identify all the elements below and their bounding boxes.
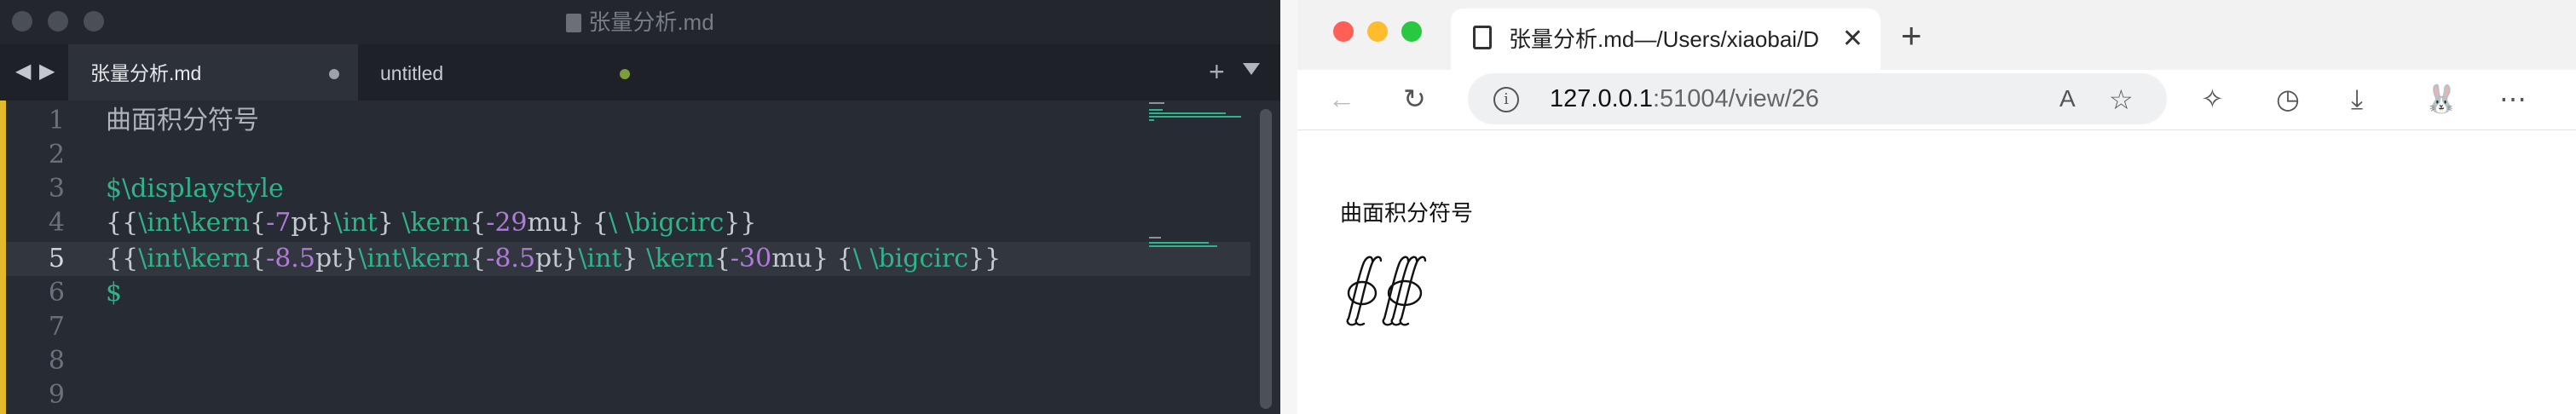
- minimap-line: [1149, 119, 1154, 121]
- browser-toolbar: ← ↻ i 127.0.0.1:51004/view/26 A ☆ ✧ ◷ ⤓ …: [1297, 70, 2576, 130]
- url-path: :51004/view/26: [1652, 85, 1820, 112]
- back-arrow-icon[interactable]: ←: [1328, 83, 1355, 114]
- window-gap: [1280, 0, 1297, 414]
- browser-tab-title: 张量分析.md—/Users/xiaobai/D: [1509, 26, 1820, 52]
- line-number: 1: [48, 106, 65, 135]
- rendered-surface-integral-symbols: [1346, 256, 1427, 326]
- editor-title: 张量分析.md: [0, 0, 1280, 44]
- tab-forward-arrow-icon[interactable]: ▶: [39, 61, 55, 82]
- new-tab-plus-icon[interactable]: +: [1209, 55, 1225, 89]
- page-content: 曲面积分符号: [1297, 129, 2576, 414]
- line-number-current: 5: [48, 244, 65, 273]
- document-icon: [566, 14, 582, 32]
- editor-body[interactable]: 1 2 3 4 5 6 7 8 9 曲面积分符号 $\displaystyle …: [0, 101, 1280, 414]
- minimap-line: [1149, 109, 1163, 111]
- tab-untitled[interactable]: untitled: [358, 44, 648, 101]
- triple-contour-integral: [1382, 256, 1427, 326]
- editor-window: 张量分析.md ◀ ▶ 张量分析.md untitled + 1 2 3 4 5…: [0, 0, 1280, 414]
- editor-scrollbar[interactable]: [1260, 109, 1272, 409]
- minimize-window-button[interactable]: [1367, 21, 1388, 42]
- minimap-line: [1149, 242, 1209, 244]
- close-tab-icon[interactable]: ✕: [1842, 9, 1863, 70]
- code-line-1[interactable]: 曲面积分符号: [106, 104, 259, 138]
- gutter-modified-marker: [0, 101, 6, 414]
- tab-zhangliang-md[interactable]: 张量分析.md: [68, 44, 358, 101]
- new-tab-plus-icon[interactable]: +: [1901, 17, 1922, 55]
- tab-label: 张量分析.md: [90, 62, 202, 84]
- editor-tabbar: ◀ ▶ 张量分析.md untitled +: [0, 44, 1280, 101]
- line-number: 2: [48, 140, 65, 170]
- more-menu-icon[interactable]: ⋯: [2499, 83, 2527, 114]
- line-number: 3: [48, 174, 65, 204]
- zoom-window-button[interactable]: [1401, 21, 1422, 42]
- page-icon: [1473, 26, 1492, 49]
- integral-stroke: [1346, 256, 1374, 326]
- line-number: 9: [48, 380, 65, 410]
- minimap-line: [1149, 245, 1217, 247]
- integral-stroke: [1354, 256, 1383, 326]
- downloads-icon[interactable]: ⤓: [2351, 83, 2363, 114]
- minimap-line: [1149, 112, 1226, 114]
- editor-titlebar: 张量分析.md: [0, 0, 1280, 44]
- page-heading: 曲面积分符号: [1340, 201, 1474, 227]
- browser-tab[interactable]: 张量分析.md—/Users/xiaobai/D ✕: [1451, 9, 1880, 70]
- editor-title-text: 张量分析.md: [588, 9, 714, 35]
- read-aloud-icon[interactable]: A: [2059, 85, 2076, 112]
- minimap-line: [1149, 102, 1164, 104]
- favorite-star-icon[interactable]: ☆: [2109, 83, 2134, 116]
- extensions-puzzle-icon[interactable]: ✧: [2201, 83, 2224, 114]
- url-text[interactable]: 127.0.0.1:51004/view/26: [1550, 73, 1819, 124]
- site-info-icon[interactable]: i: [1493, 87, 1519, 112]
- tab-dirty-indicator[interactable]: [329, 69, 339, 79]
- address-bar[interactable]: i 127.0.0.1:51004/view/26 A ☆: [1468, 73, 2167, 124]
- history-icon[interactable]: ◷: [2276, 83, 2300, 114]
- minimap[interactable]: [1147, 101, 1250, 271]
- line-number: 7: [48, 312, 65, 342]
- close-window-button[interactable]: [1333, 21, 1354, 42]
- tab-modified-indicator[interactable]: [620, 69, 630, 79]
- tab-label: untitled: [380, 62, 444, 84]
- line-number: 6: [48, 278, 65, 308]
- browser-tabstrip: 张量分析.md—/Users/xiaobai/D ✕ +: [1297, 0, 2576, 70]
- browser-window: 张量分析.md—/Users/xiaobai/D ✕ + ← ↻ i 127.0…: [1297, 0, 2576, 414]
- tab-list-chevron-down-icon[interactable]: [1243, 63, 1260, 75]
- url-host: 127.0.0.1: [1550, 85, 1653, 112]
- integral-stroke: [1390, 256, 1418, 326]
- profile-bunny-icon[interactable]: 🐰: [2424, 83, 2458, 114]
- code-line-3[interactable]: $\displaystyle: [106, 172, 284, 206]
- code-line-6[interactable]: $: [106, 276, 122, 310]
- refresh-icon[interactable]: ↻: [1403, 83, 1426, 114]
- minimap-line: [1149, 116, 1241, 118]
- line-number: 8: [48, 346, 65, 376]
- double-contour-integral: [1346, 256, 1383, 326]
- minimap-line: [1149, 237, 1161, 239]
- tab-back-arrow-icon[interactable]: ◀: [15, 61, 31, 82]
- code-line-5[interactable]: {{\int\kern{-8.5pt}\int\kern{-8.5pt}\int…: [106, 242, 1001, 276]
- code-line-4[interactable]: {{\int\kern{-7pt}\int} \kern{-29mu} {\ \…: [106, 206, 756, 240]
- line-number: 4: [48, 208, 65, 238]
- integral-stroke: [1382, 256, 1410, 326]
